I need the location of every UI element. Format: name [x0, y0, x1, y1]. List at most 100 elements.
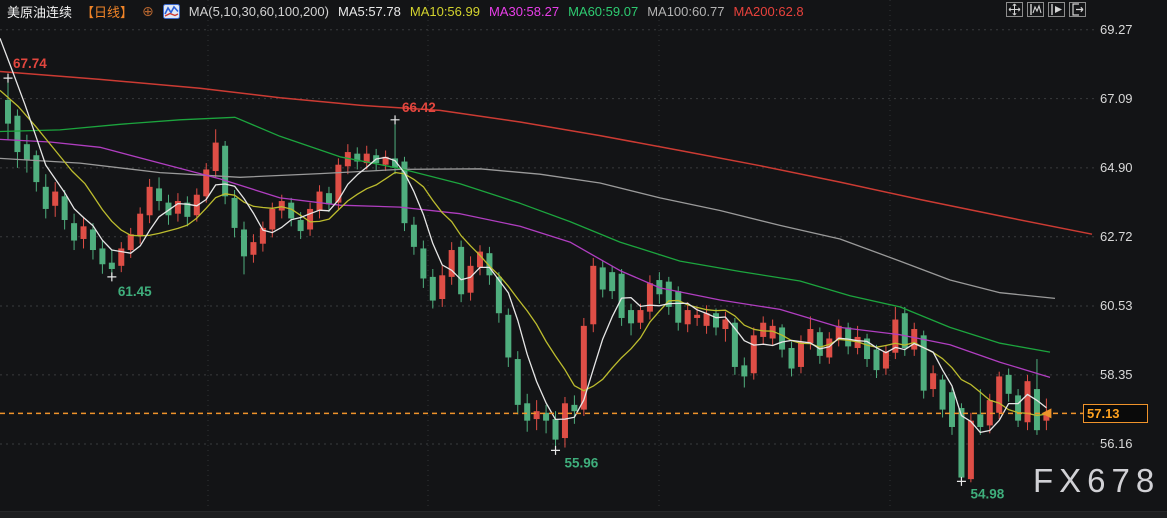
candle-body[interactable] [90, 229, 96, 250]
candle-body[interactable] [203, 169, 209, 196]
candle-body[interactable] [996, 376, 1002, 412]
chart-axis-icon [1029, 3, 1042, 16]
candle-body[interactable] [713, 313, 719, 327]
candle-body[interactable] [571, 405, 577, 411]
candle-body[interactable] [940, 380, 946, 410]
candle-body[interactable] [977, 414, 983, 427]
candle-body[interactable] [902, 313, 908, 348]
candle-body[interactable] [921, 335, 927, 390]
candle-body[interactable] [420, 248, 426, 278]
chart-header: 美原油连续 【日线】 ⊕ MA(5,10,30,60,100,200) MA5:… [7, 2, 804, 20]
candle-body[interactable] [789, 348, 795, 369]
candle-body[interactable] [911, 329, 917, 350]
candle-body[interactable] [741, 365, 747, 376]
candle-body[interactable] [430, 277, 436, 301]
candle-body[interactable] [722, 320, 728, 329]
playback-button[interactable] [1048, 2, 1065, 17]
candle-body[interactable] [99, 248, 105, 264]
candle-body[interactable] [883, 351, 889, 368]
candle-body[interactable] [269, 209, 275, 230]
candle-body[interactable] [845, 327, 851, 346]
candle-body[interactable] [930, 373, 936, 389]
candle-body[interactable] [24, 144, 30, 160]
candle-body[interactable] [619, 274, 625, 318]
candle-body[interactable] [553, 419, 559, 440]
candle-body[interactable] [156, 188, 162, 201]
candle-body[interactable] [298, 220, 304, 231]
candlestick-chart-canvas[interactable]: 67.7466.4261.4555.9654.98 [0, 0, 1167, 518]
candle-body[interactable] [241, 229, 247, 256]
candle-body[interactable] [779, 327, 785, 349]
candle-body[interactable] [675, 291, 681, 323]
candle-body[interactable] [468, 266, 474, 293]
candle-body[interactable] [1034, 389, 1040, 430]
candle-body[interactable] [81, 226, 87, 239]
play-bar-icon [1050, 3, 1063, 16]
period-label[interactable]: 【日线】 [81, 2, 133, 21]
ma-line [0, 117, 1050, 352]
circle-plus-icon[interactable]: ⊕ [142, 4, 154, 18]
candle-body[interactable] [826, 339, 832, 358]
candle-body[interactable] [609, 272, 615, 291]
candle-body[interactable] [5, 100, 11, 124]
candle-body[interactable] [694, 315, 700, 318]
candle-body[interactable] [760, 323, 766, 337]
candle-body[interactable] [458, 247, 464, 294]
candle-body[interactable] [534, 411, 540, 419]
candle-body[interactable] [213, 143, 219, 171]
ma60-legend: MA60:59.07 [568, 4, 638, 19]
candle-body[interactable] [637, 310, 643, 323]
candle-body[interactable] [128, 234, 134, 250]
candle-body[interactable] [62, 196, 68, 220]
candle-body[interactable] [628, 310, 634, 323]
ma10-legend: MA10:56.99 [410, 4, 480, 19]
candle-body[interactable] [590, 266, 596, 324]
candle-body[interactable] [175, 201, 181, 214]
ma200-legend: MA200:62.8 [734, 4, 804, 19]
candle-body[interactable] [250, 242, 256, 255]
kline-chart-app: 67.7466.4261.4555.9654.98 美原油连续 【日线】 ⊕ M… [0, 0, 1167, 518]
candle-body[interactable] [817, 332, 823, 356]
candle-body[interactable] [1006, 375, 1012, 394]
candle-body[interactable] [949, 392, 955, 427]
chart-toolbar [1006, 2, 1086, 17]
candle-body[interactable] [43, 187, 49, 209]
candle-body[interactable] [515, 359, 521, 405]
candle-body[interactable] [232, 198, 238, 228]
candle-body[interactable] [326, 193, 332, 204]
candle-body[interactable] [137, 214, 143, 236]
candle-body[interactable] [751, 335, 757, 373]
exit-panel-button[interactable] [1069, 2, 1086, 17]
price-axis-button[interactable] [1027, 2, 1044, 17]
candle-body[interactable] [222, 146, 228, 197]
candle-body[interactable] [279, 201, 285, 210]
candle-body[interactable] [600, 267, 606, 289]
candle-body[interactable] [873, 350, 879, 371]
ma-settings-label[interactable]: MA(5,10,30,60,100,200) [189, 4, 329, 19]
candle-body[interactable] [307, 209, 313, 230]
candle-body[interactable] [505, 315, 511, 358]
candle-body[interactable] [439, 275, 445, 299]
candle-body[interactable] [1025, 381, 1031, 422]
candle-body[interactable] [807, 329, 813, 343]
pan-tool-button[interactable] [1006, 2, 1023, 17]
candle-body[interactable] [647, 283, 653, 311]
candle-body[interactable] [1015, 395, 1021, 420]
candle-body[interactable] [147, 187, 153, 215]
candle-body[interactable] [317, 192, 323, 211]
candle-body[interactable] [968, 421, 974, 479]
candle-body[interactable] [411, 225, 417, 247]
candle-body[interactable] [562, 403, 568, 438]
candle-body[interactable] [685, 310, 691, 324]
high-marker-cross [391, 115, 400, 124]
candle-body[interactable] [14, 116, 20, 152]
kline-style-icon[interactable] [163, 4, 180, 19]
candle-body[interactable] [71, 223, 77, 240]
candle-body[interactable] [958, 408, 964, 478]
candle-body[interactable] [109, 263, 115, 269]
candle-body[interactable] [798, 342, 804, 367]
candle-body[interactable] [581, 326, 587, 410]
candle-body[interactable] [52, 192, 58, 206]
candle-body[interactable] [524, 403, 530, 420]
candle-body[interactable] [33, 155, 39, 182]
